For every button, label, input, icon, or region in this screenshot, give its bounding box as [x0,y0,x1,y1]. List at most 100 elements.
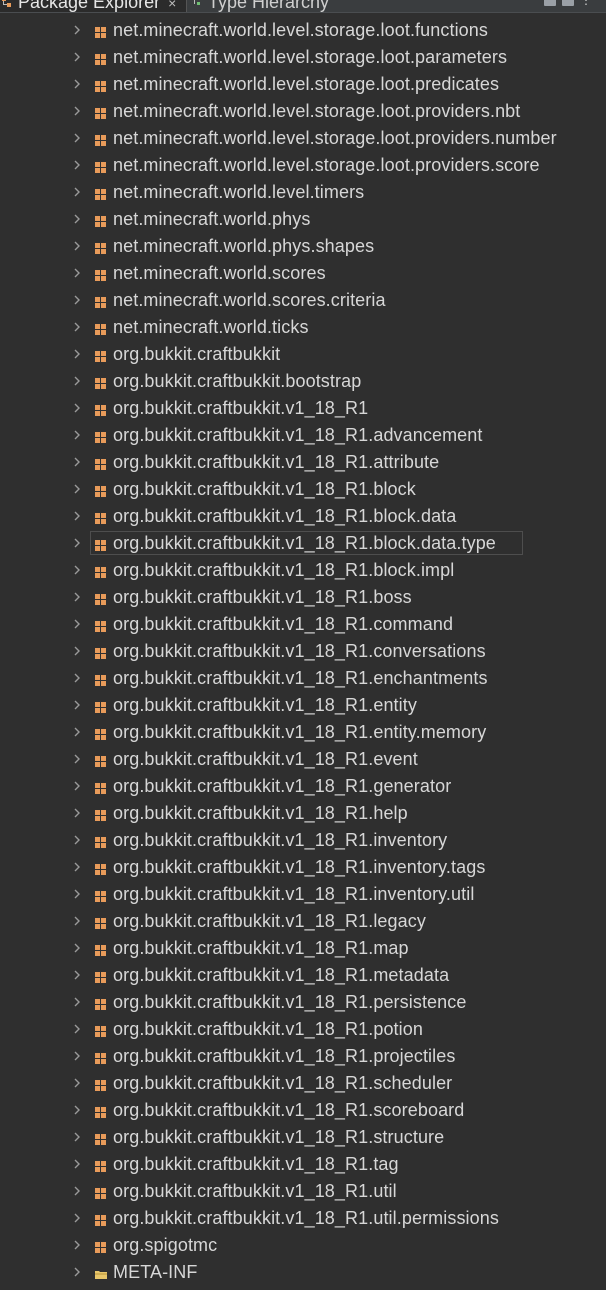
package-tree-item[interactable]: net.minecraft.world.level.storage.loot.p… [0,71,606,98]
package-tree-item[interactable]: net.minecraft.world.scores.criteria [0,287,606,314]
chevron-right-icon[interactable] [71,537,83,549]
package-tree-item[interactable]: net.minecraft.world.level.timers [0,179,606,206]
chevron-right-icon[interactable] [71,996,83,1008]
package-tree-item[interactable]: org.bukkit.craftbukkit.v1_18_R1.help [0,800,606,827]
package-tree-item[interactable]: org.bukkit.craftbukkit.bootstrap [0,368,606,395]
chevron-right-icon[interactable] [71,105,83,117]
chevron-right-icon[interactable] [71,645,83,657]
folder-tree-item[interactable]: META-INF [0,1259,606,1286]
chevron-right-icon[interactable] [71,1050,83,1062]
package-tree-item[interactable]: org.bukkit.craftbukkit.v1_18_R1.projecti… [0,1043,606,1070]
collapse-all-icon[interactable] [544,0,556,6]
chevron-right-icon[interactable] [71,915,83,927]
chevron-right-icon[interactable] [71,753,83,765]
chevron-right-icon[interactable] [71,1239,83,1251]
chevron-right-icon[interactable] [71,807,83,819]
package-tree-item[interactable]: org.spigotmc [0,1232,606,1259]
chevron-right-icon[interactable] [71,294,83,306]
package-tree-item[interactable]: org.bukkit.craftbukkit.v1_18_R1 [0,395,606,422]
package-tree-item[interactable]: org.bukkit.craftbukkit.v1_18_R1.inventor… [0,827,606,854]
package-tree-item[interactable]: org.bukkit.craftbukkit.v1_18_R1.block.da… [0,530,606,557]
package-tree-item[interactable]: org.bukkit.craftbukkit.v1_18_R1.inventor… [0,881,606,908]
view-menu-icon[interactable]: ⋮ [580,0,592,6]
package-tree-item[interactable]: org.bukkit.craftbukkit.v1_18_R1.tag [0,1151,606,1178]
package-tree-item[interactable]: org.bukkit.craftbukkit.v1_18_R1.util.per… [0,1205,606,1232]
chevron-right-icon[interactable] [71,618,83,630]
chevron-right-icon[interactable] [71,1185,83,1197]
package-tree-item[interactable]: net.minecraft.world.ticks [0,314,606,341]
package-tree-item[interactable]: net.minecraft.world.level.storage.loot.p… [0,44,606,71]
package-tree-item[interactable]: org.bukkit.craftbukkit.v1_18_R1.advancem… [0,422,606,449]
chevron-right-icon[interactable] [71,1023,83,1035]
tab-package-explorer[interactable]: Package Explorer × [0,0,187,12]
package-tree-item[interactable]: org.bukkit.craftbukkit.v1_18_R1.entity.m… [0,719,606,746]
chevron-right-icon[interactable] [71,510,83,522]
package-tree-item[interactable]: org.bukkit.craftbukkit.v1_18_R1.enchantm… [0,665,606,692]
package-tree-item[interactable]: org.bukkit.craftbukkit.v1_18_R1.block.da… [0,503,606,530]
chevron-right-icon[interactable] [71,213,83,225]
package-tree-item[interactable]: org.bukkit.craftbukkit.v1_18_R1.entity [0,692,606,719]
chevron-right-icon[interactable] [71,159,83,171]
chevron-right-icon[interactable] [71,564,83,576]
chevron-right-icon[interactable] [71,969,83,981]
package-tree-item[interactable]: org.bukkit.craftbukkit.v1_18_R1.persiste… [0,989,606,1016]
package-tree-item[interactable]: org.bukkit.craftbukkit.v1_18_R1.metadata [0,962,606,989]
package-tree-item[interactable]: org.bukkit.craftbukkit.v1_18_R1.command [0,611,606,638]
chevron-right-icon[interactable] [71,186,83,198]
package-tree-item[interactable]: org.bukkit.craftbukkit.v1_18_R1.map [0,935,606,962]
chevron-right-icon[interactable] [71,861,83,873]
chevron-right-icon[interactable] [71,1104,83,1116]
package-tree-item[interactable]: org.bukkit.craftbukkit.v1_18_R1.attribut… [0,449,606,476]
package-tree-item[interactable]: org.bukkit.craftbukkit.v1_18_R1.block [0,476,606,503]
package-tree-item[interactable]: org.bukkit.craftbukkit [0,341,606,368]
chevron-right-icon[interactable] [71,1077,83,1089]
chevron-right-icon[interactable] [71,429,83,441]
package-tree-item[interactable]: org.bukkit.craftbukkit.v1_18_R1.event [0,746,606,773]
close-icon[interactable]: × [168,0,176,11]
chevron-right-icon[interactable] [71,51,83,63]
chevron-right-icon[interactable] [71,402,83,414]
package-tree-item[interactable]: org.bukkit.craftbukkit.v1_18_R1.conversa… [0,638,606,665]
package-tree-item[interactable]: org.bukkit.craftbukkit.v1_18_R1.scoreboa… [0,1097,606,1124]
chevron-right-icon[interactable] [71,888,83,900]
chevron-right-icon[interactable] [71,240,83,252]
chevron-right-icon[interactable] [71,321,83,333]
package-tree-item[interactable]: org.bukkit.craftbukkit.v1_18_R1.boss [0,584,606,611]
chevron-right-icon[interactable] [71,780,83,792]
chevron-right-icon[interactable] [71,483,83,495]
chevron-right-icon[interactable] [71,375,83,387]
package-tree-item[interactable]: org.bukkit.craftbukkit.v1_18_R1.inventor… [0,854,606,881]
chevron-right-icon[interactable] [71,1158,83,1170]
package-tree-item[interactable]: net.minecraft.world.level.storage.loot.p… [0,98,606,125]
chevron-right-icon[interactable] [71,672,83,684]
chevron-right-icon[interactable] [71,942,83,954]
tab-type-hierarchy[interactable]: Type Hierarchy [190,0,390,12]
package-tree-item[interactable]: org.bukkit.craftbukkit.v1_18_R1.block.im… [0,557,606,584]
chevron-right-icon[interactable] [71,348,83,360]
chevron-right-icon[interactable] [71,834,83,846]
link-with-editor-icon[interactable] [562,0,574,6]
chevron-right-icon[interactable] [71,267,83,279]
chevron-right-icon[interactable] [71,78,83,90]
chevron-right-icon[interactable] [71,726,83,738]
package-tree-item[interactable]: net.minecraft.world.level.storage.loot.p… [0,152,606,179]
chevron-right-icon[interactable] [71,1266,83,1278]
chevron-right-icon[interactable] [71,1131,83,1143]
chevron-right-icon[interactable] [71,132,83,144]
chevron-right-icon[interactable] [71,456,83,468]
package-tree-item[interactable]: org.bukkit.craftbukkit.v1_18_R1.structur… [0,1124,606,1151]
package-tree-item[interactable]: org.bukkit.craftbukkit.v1_18_R1.potion [0,1016,606,1043]
package-tree-item[interactable]: net.minecraft.world.phys [0,206,606,233]
package-tree-item[interactable]: net.minecraft.world.phys.shapes [0,233,606,260]
chevron-right-icon[interactable] [71,699,83,711]
chevron-right-icon[interactable] [71,591,83,603]
package-tree-item[interactable]: org.bukkit.craftbukkit.v1_18_R1.schedule… [0,1070,606,1097]
package-tree-item[interactable]: net.minecraft.world.level.storage.loot.f… [0,17,606,44]
package-tree-item[interactable]: org.bukkit.craftbukkit.v1_18_R1.util [0,1178,606,1205]
package-tree-item[interactable]: org.bukkit.craftbukkit.v1_18_R1.legacy [0,908,606,935]
chevron-right-icon[interactable] [71,24,83,36]
package-tree-item[interactable]: net.minecraft.world.level.storage.loot.p… [0,125,606,152]
chevron-right-icon[interactable] [71,1212,83,1224]
package-tree-item[interactable]: org.bukkit.craftbukkit.v1_18_R1.generato… [0,773,606,800]
package-tree-item[interactable]: net.minecraft.world.scores [0,260,606,287]
